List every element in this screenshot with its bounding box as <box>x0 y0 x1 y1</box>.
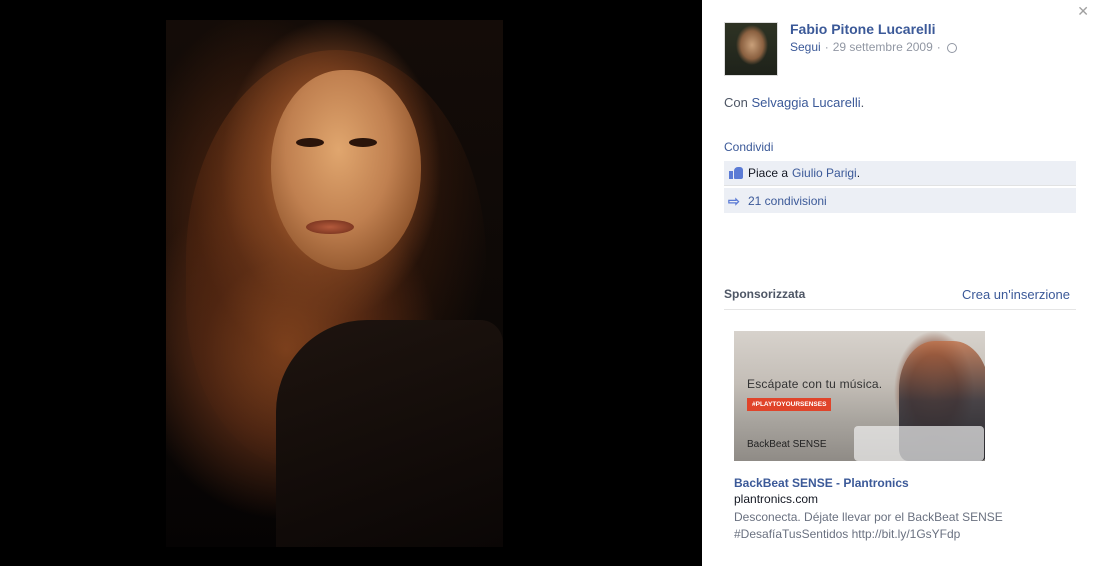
sponsored-heading: Sponsorizzata <box>724 287 806 301</box>
likes-row: Piace a Giulio Parigi. <box>724 161 1076 186</box>
meta-separator: · <box>824 40 829 54</box>
close-icon[interactable]: ✕ <box>1077 3 1089 20</box>
likes-suffix: . <box>856 166 861 180</box>
ad-description-line: Desconecta. Déjate llevar por el BackBea… <box>734 510 1003 524</box>
shares-row: ⇨ 21 condivisioni <box>724 188 1076 213</box>
share-link[interactable]: Condividi <box>724 140 773 154</box>
photo-right-eye <box>349 138 377 147</box>
ad-image-brand: BackBeat SENSE <box>747 439 827 450</box>
photo-lips <box>306 220 354 234</box>
tagged-person-link[interactable]: Selvaggia Lucarelli <box>751 95 860 110</box>
ad-table <box>854 426 984 461</box>
ad-image[interactable]: Escápate con tu música. #PLAYTOYOURSENSE… <box>734 331 985 461</box>
ad-description: Desconecta. Déjate llevar por el BackBea… <box>734 509 1064 543</box>
liker-link[interactable]: Giulio Parigi <box>792 166 857 180</box>
post-date-link[interactable]: 29 settembre 2009 <box>833 40 933 54</box>
thumbs-up-icon <box>728 166 744 180</box>
shares-count-link[interactable]: 21 condivisioni <box>748 194 827 208</box>
meta-separator: · <box>936 40 941 54</box>
ad-domain: plantronics.com <box>734 492 819 506</box>
follow-link[interactable]: Segui <box>790 40 821 54</box>
ad-image-hashtag: #PLAYTOYOURSENSES <box>747 398 832 411</box>
ad-image-tagline: Escápate con tu música. <box>747 377 883 391</box>
post-caption: Con Selvaggia Lucarelli. <box>724 95 864 110</box>
photo-viewer-stage <box>0 0 702 566</box>
share-arrow-icon: ⇨ <box>728 192 740 209</box>
globe-icon[interactable] <box>946 43 957 53</box>
photo-left-eye <box>296 138 324 147</box>
create-ad-link[interactable]: Crea un'inserzione <box>962 287 1070 302</box>
photo-clothing <box>276 320 503 547</box>
post-meta: Segui · 29 settembre 2009 · <box>790 40 957 54</box>
caption-prefix: Con <box>724 95 748 110</box>
photo-face <box>271 70 421 270</box>
author-name-link[interactable]: Fabio Pitone Lucarelli <box>790 21 935 37</box>
ad-title-link[interactable]: BackBeat SENSE - Plantronics <box>734 476 909 490</box>
divider <box>724 309 1076 310</box>
likes-prefix: Piace a <box>748 166 789 180</box>
ad-description-line: #DesafíaTusSentidos http://bit.ly/1GsYFd… <box>734 527 961 541</box>
caption-suffix: . <box>860 95 865 110</box>
post-side-panel: ✕ Fabio Pitone Lucarelli Segui · 29 sett… <box>702 0 1098 566</box>
author-avatar[interactable] <box>724 22 778 76</box>
post-photo[interactable] <box>166 20 503 547</box>
